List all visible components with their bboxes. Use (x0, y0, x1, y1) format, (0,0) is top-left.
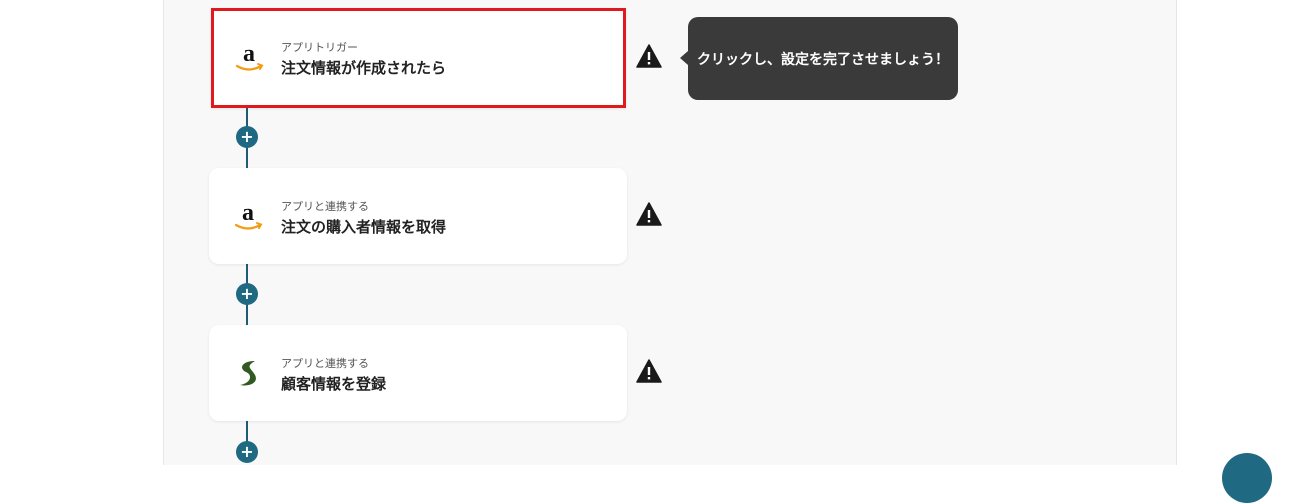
warning-icon[interactable] (636, 359, 662, 383)
connector-line (246, 420, 248, 442)
flow-step-get-buyer[interactable]: a アプリと連携する 注文の購入者情報を取得 (209, 168, 627, 264)
tooltip-text: クリックし、設定を完了させましょう！ (697, 51, 949, 68)
amazon-icon: a (234, 200, 263, 230)
add-step-button[interactable]: + (236, 283, 258, 305)
step-subtitle: アプリトリガー (281, 41, 358, 54)
add-step-button[interactable]: + (236, 441, 258, 463)
sansan-icon (240, 361, 256, 386)
connector-line (246, 264, 248, 284)
hint-tooltip: クリックし、設定を完了させましょう！ (680, 17, 958, 100)
step-title: 顧客情報を登録 (281, 375, 387, 393)
step-title: 注文の購入者情報を取得 (281, 218, 447, 236)
step-subtitle: アプリと連携する (281, 357, 369, 370)
warning-icon[interactable] (636, 44, 662, 68)
connector-line (246, 107, 248, 127)
step-subtitle: アプリと連携する (281, 200, 369, 213)
add-step-button[interactable]: + (236, 126, 258, 148)
flow-step-trigger[interactable]: a アプリトリガー 注文情報が作成されたら (211, 8, 626, 108)
amazon-icon: a (235, 41, 264, 71)
svg-text:a: a (243, 41, 255, 67)
warning-icon[interactable] (636, 202, 662, 226)
connector-line (246, 147, 248, 169)
step-title: 注文情報が作成されたら (281, 59, 447, 77)
floating-action-button[interactable] (1222, 453, 1272, 503)
flow-step-register-customer[interactable]: アプリと連携する 顧客情報を登録 (209, 325, 627, 421)
svg-text:a: a (242, 200, 254, 226)
connector-line (246, 304, 248, 326)
